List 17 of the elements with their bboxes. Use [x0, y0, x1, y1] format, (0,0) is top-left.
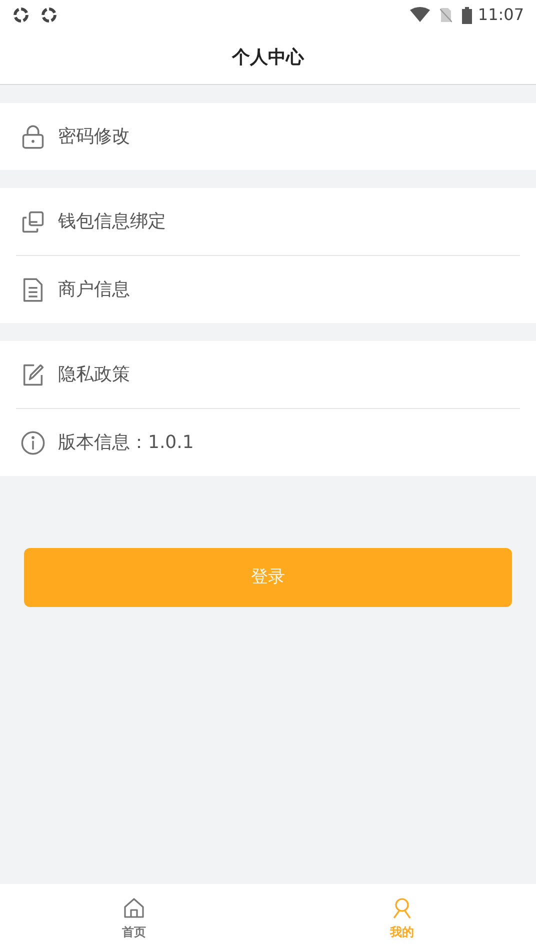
status-time: 11:07 [478, 4, 524, 26]
no-sim-icon [440, 7, 452, 23]
sync-icon [40, 6, 58, 24]
page-title: 个人中心 [232, 46, 304, 70]
menu-item[interactable]: 隐私政策 [0, 341, 536, 408]
sync-icon [12, 6, 30, 24]
battery-icon [462, 6, 472, 24]
menu-item[interactable]: 密码修改 [0, 103, 536, 170]
tab[interactable]: 首页 [0, 884, 268, 952]
menu-item[interactable]: 钱包信息绑定 [0, 188, 536, 255]
home-icon [122, 896, 146, 920]
menu-item[interactable]: 商户信息 [0, 256, 536, 323]
menu-item[interactable]: 版本信息：1.0.1 [0, 409, 536, 476]
info-icon [20, 430, 46, 456]
squares-icon [20, 208, 46, 234]
wifi-icon [410, 7, 430, 23]
lock-icon [20, 124, 46, 150]
